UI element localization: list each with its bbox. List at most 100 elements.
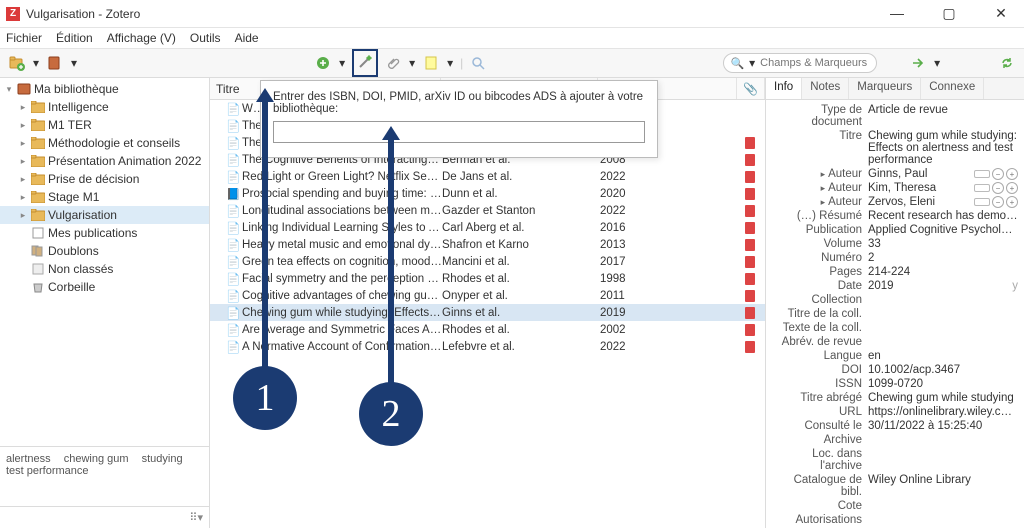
- tab-tags[interactable]: Marqueurs: [849, 78, 921, 99]
- swap-icon[interactable]: [974, 198, 990, 206]
- meta-value[interactable]: 30/11/2022 à 15:25:40: [868, 420, 1018, 432]
- tag-item[interactable]: test performance: [6, 465, 89, 477]
- tree-row[interactable]: Corbeille: [0, 278, 209, 296]
- add-by-identifier-button-highlighted[interactable]: [352, 49, 378, 77]
- item-creator: Ginns et al.: [442, 307, 600, 319]
- caret-icon[interactable]: ▾: [933, 59, 941, 67]
- tree-row[interactable]: M1 TER: [0, 116, 209, 134]
- meta-value[interactable]: 2: [868, 252, 1018, 264]
- twisty-icon[interactable]: [4, 84, 14, 95]
- item-row[interactable]: 📄Linking Individual Learning Styles to A…: [210, 219, 765, 236]
- add-author-icon[interactable]: +: [1006, 182, 1018, 194]
- item-row[interactable]: 📄Cognitive advantages of chewing gum. No…: [210, 287, 765, 304]
- meta-value[interactable]: https://onlinelibrary.wiley.com/doi/…: [868, 406, 1018, 418]
- tab-notes[interactable]: Notes: [802, 78, 849, 99]
- meta-value[interactable]: Recent research has demonstrated …: [868, 210, 1018, 222]
- tree-row[interactable]: Doublons: [0, 242, 209, 260]
- remove-author-icon[interactable]: −: [992, 168, 1004, 180]
- add-author-icon[interactable]: +: [1006, 196, 1018, 208]
- item-row[interactable]: 📄Chewing gum while studying: Effects on …: [210, 304, 765, 321]
- item-row[interactable]: 📄Heavy metal music and emotional dysphor…: [210, 236, 765, 253]
- new-collection-icon[interactable]: [8, 54, 26, 72]
- meta-value[interactable]: 2019: [868, 280, 1006, 292]
- twisty-icon[interactable]: [18, 192, 28, 203]
- maximize-button[interactable]: ▢: [932, 5, 966, 22]
- tree-row[interactable]: Présentation Animation 2022: [0, 152, 209, 170]
- tag-item[interactable]: alertness: [6, 453, 51, 465]
- item-row[interactable]: 📄Longitudinal associations between mindf…: [210, 202, 765, 219]
- tree-row[interactable]: Prise de décision: [0, 170, 209, 188]
- item-row[interactable]: 📄Are Average and Symmetric Faces Attract…: [210, 321, 765, 338]
- remove-author-icon[interactable]: −: [992, 196, 1004, 208]
- menu-edit[interactable]: Édition: [56, 31, 93, 45]
- item-row[interactable]: 📄Facial symmetry and the perception of b…: [210, 270, 765, 287]
- add-author-icon[interactable]: +: [1006, 168, 1018, 180]
- minimize-button[interactable]: —: [880, 5, 914, 22]
- tree-row[interactable]: Stage M1: [0, 188, 209, 206]
- tree-row[interactable]: Non classés: [0, 260, 209, 278]
- caret-icon[interactable]: ▾: [32, 59, 40, 67]
- item-row[interactable]: 📄Green tea effects on cognition, mood an…: [210, 253, 765, 270]
- locate-icon[interactable]: [909, 54, 927, 72]
- caret-icon[interactable]: ▾: [408, 59, 416, 67]
- tree-row[interactable]: Vulgarisation: [0, 206, 209, 224]
- quick-search-input[interactable]: [760, 55, 870, 71]
- meta-value[interactable]: Ginns, Paul: [868, 168, 974, 180]
- tag-menu-icon[interactable]: ⠿▾: [189, 511, 203, 524]
- tree-row[interactable]: Ma bibliothèque: [0, 80, 209, 98]
- tag-selector[interactable]: alertness chewing gum studying test perf…: [0, 446, 209, 506]
- collections-tree[interactable]: Ma bibliothèqueIntelligenceM1 TERMéthodo…: [0, 78, 209, 446]
- sync-icon[interactable]: [998, 54, 1016, 72]
- meta-value[interactable]: 10.1002/acp.3467: [868, 364, 1018, 376]
- new-item-icon[interactable]: [314, 54, 332, 72]
- remove-author-icon[interactable]: −: [992, 182, 1004, 194]
- meta-value[interactable]: en: [868, 350, 1018, 362]
- tab-related[interactable]: Connexe: [921, 78, 984, 99]
- tag-item[interactable]: chewing gum: [64, 453, 129, 465]
- twisty-icon[interactable]: [18, 174, 28, 185]
- meta-value[interactable]: Chewing gum while studying: Effects on a…: [868, 130, 1018, 166]
- item-row[interactable]: 📄Red Light or Green Light? Netflix Serie…: [210, 168, 765, 185]
- menu-help[interactable]: Aide: [235, 31, 259, 45]
- quick-search[interactable]: 🔍 ▾: [723, 53, 877, 73]
- tree-row[interactable]: Mes publications: [0, 224, 209, 242]
- menu-file[interactable]: Fichier: [6, 31, 42, 45]
- attachment-icon[interactable]: [384, 54, 402, 72]
- meta-value[interactable]: Applied Cognitive Psychology: [868, 224, 1018, 236]
- menu-view[interactable]: Affichage (V): [107, 31, 176, 45]
- twisty-icon[interactable]: [18, 210, 28, 221]
- twisty-icon[interactable]: [18, 138, 28, 149]
- menu-tools[interactable]: Outils: [190, 31, 221, 45]
- twisty-icon[interactable]: [18, 102, 28, 113]
- meta-value[interactable]: 1099-0720: [868, 378, 1018, 390]
- caret-icon[interactable]: ▾: [748, 59, 756, 67]
- swap-icon[interactable]: [974, 170, 990, 178]
- tree-row[interactable]: Intelligence: [0, 98, 209, 116]
- item-list[interactable]: 📄W…📄The…📄The…📄The Cognitive Benefits of …: [210, 100, 765, 528]
- tree-row[interactable]: Méthodologie et conseils: [0, 134, 209, 152]
- item-row[interactable]: 📘Prosocial spending and buying time: Mon…: [210, 185, 765, 202]
- new-library-icon[interactable]: [46, 54, 64, 72]
- identifier-input[interactable]: [273, 121, 645, 143]
- twisty-icon[interactable]: [18, 120, 28, 131]
- meta-value[interactable]: 214-224: [868, 266, 1018, 278]
- column-attachment[interactable]: 📎: [737, 78, 765, 99]
- meta-value[interactable]: Wiley Online Library: [868, 474, 1018, 486]
- note-icon[interactable]: [422, 54, 440, 72]
- meta-value[interactable]: Chewing gum while studying: [868, 392, 1018, 404]
- close-button[interactable]: ✕: [984, 5, 1018, 22]
- meta-value[interactable]: Article de revue: [868, 104, 1018, 116]
- tab-info[interactable]: Info: [766, 78, 802, 99]
- swap-icon[interactable]: [974, 184, 990, 192]
- meta-value[interactable]: 33: [868, 238, 1018, 250]
- meta-value[interactable]: Zervos, Eleni: [868, 196, 974, 208]
- item-row[interactable]: 📄A Normative Account of Confirmation Bia…: [210, 338, 765, 355]
- meta-row: Collection: [772, 294, 1018, 306]
- twisty-icon[interactable]: [18, 156, 28, 167]
- caret-icon[interactable]: ▾: [70, 59, 78, 67]
- caret-icon[interactable]: ▾: [338, 59, 346, 67]
- meta-value[interactable]: Kim, Theresa: [868, 182, 974, 194]
- tag-item[interactable]: studying: [142, 453, 183, 465]
- search-icon[interactable]: [469, 54, 487, 72]
- caret-icon[interactable]: ▾: [446, 59, 454, 67]
